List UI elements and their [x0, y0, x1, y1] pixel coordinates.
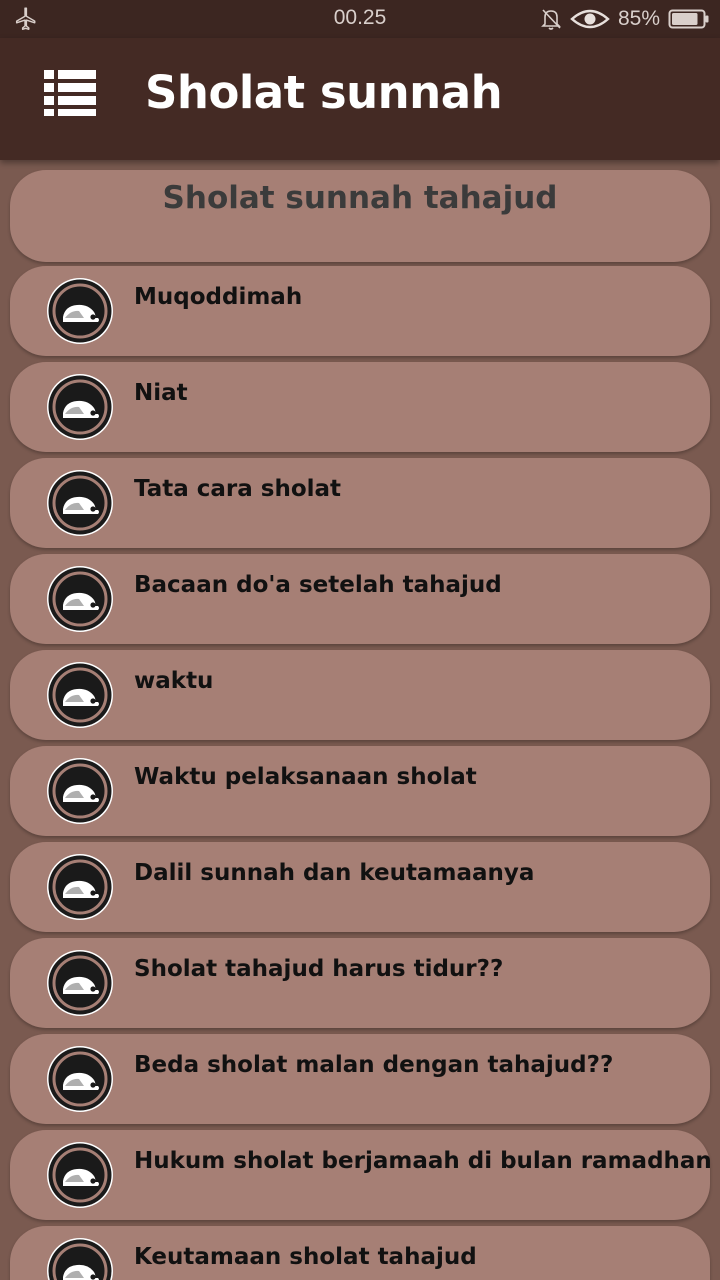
bell-off-icon: [541, 9, 561, 30]
list-item-label: Keutamaan sholat tahajud: [134, 1244, 477, 1270]
list-item-label: Beda sholat malan dengan tahajud??: [134, 1052, 614, 1078]
status-icons: 85%: [540, 5, 710, 33]
prostration-icon: [47, 1142, 113, 1208]
prostration-icon: [47, 662, 113, 728]
battery-percent: 85%: [617, 7, 660, 30]
prostration-icon: [47, 1238, 113, 1280]
list-item-label: Hukum sholat berjamaah di bulan ramadhan: [134, 1148, 712, 1174]
list-menu-icon[interactable]: [40, 68, 100, 118]
list-item-label: Niat: [134, 380, 188, 406]
status-bar: 00.25 85%: [0, 0, 720, 38]
prostration-icon: [47, 374, 113, 440]
prostration-icon: [47, 758, 113, 824]
list-item[interactable]: Sholat tahajud harus tidur??: [10, 938, 710, 1028]
prostration-icon: [47, 854, 113, 920]
list-item-label: Muqoddimah: [134, 284, 303, 310]
list-item[interactable]: Dalil sunnah dan keutamaanya: [10, 842, 710, 932]
section-title: Sholat sunnah tahajud: [162, 180, 558, 216]
list-item-label: Dalil sunnah dan keutamaanya: [134, 860, 535, 886]
list-item[interactable]: waktu: [10, 650, 710, 740]
list-item-label: waktu: [134, 668, 214, 694]
prostration-icon: [47, 1046, 113, 1112]
list-item-label: Waktu pelaksanaan sholat: [134, 764, 477, 790]
app-bar: Sholat sunnah: [0, 38, 720, 160]
prostration-icon: [47, 566, 113, 632]
battery-icon: [668, 9, 709, 29]
prostration-icon: [47, 950, 113, 1016]
list-item[interactable]: Tata cara sholat: [10, 458, 710, 548]
list-item[interactable]: Niat: [10, 362, 710, 452]
section-header: Sholat sunnah tahajud: [10, 170, 710, 262]
list-item[interactable]: Hukum sholat berjamaah di bulan ramadhan: [10, 1130, 712, 1220]
page-title: Sholat sunnah: [145, 66, 503, 119]
list-item-label: Bacaan do'a setelah tahajud: [134, 572, 502, 598]
list-item[interactable]: Waktu pelaksanaan sholat: [10, 746, 710, 836]
content-list: Sholat sunnah tahajud Muqoddimah Niat Ta…: [0, 160, 720, 1280]
list-item-label: Tata cara sholat: [134, 476, 342, 502]
list-item[interactable]: Beda sholat malan dengan tahajud??: [10, 1034, 710, 1124]
eye-icon: [570, 9, 610, 29]
prostration-icon: [47, 470, 113, 536]
list-item[interactable]: Muqoddimah: [10, 266, 710, 356]
prostration-icon: [47, 278, 113, 344]
list-item[interactable]: Keutamaan sholat tahajud: [10, 1226, 710, 1280]
list-item[interactable]: Bacaan do'a setelah tahajud: [10, 554, 710, 644]
list-item-label: Sholat tahajud harus tidur??: [134, 956, 504, 982]
